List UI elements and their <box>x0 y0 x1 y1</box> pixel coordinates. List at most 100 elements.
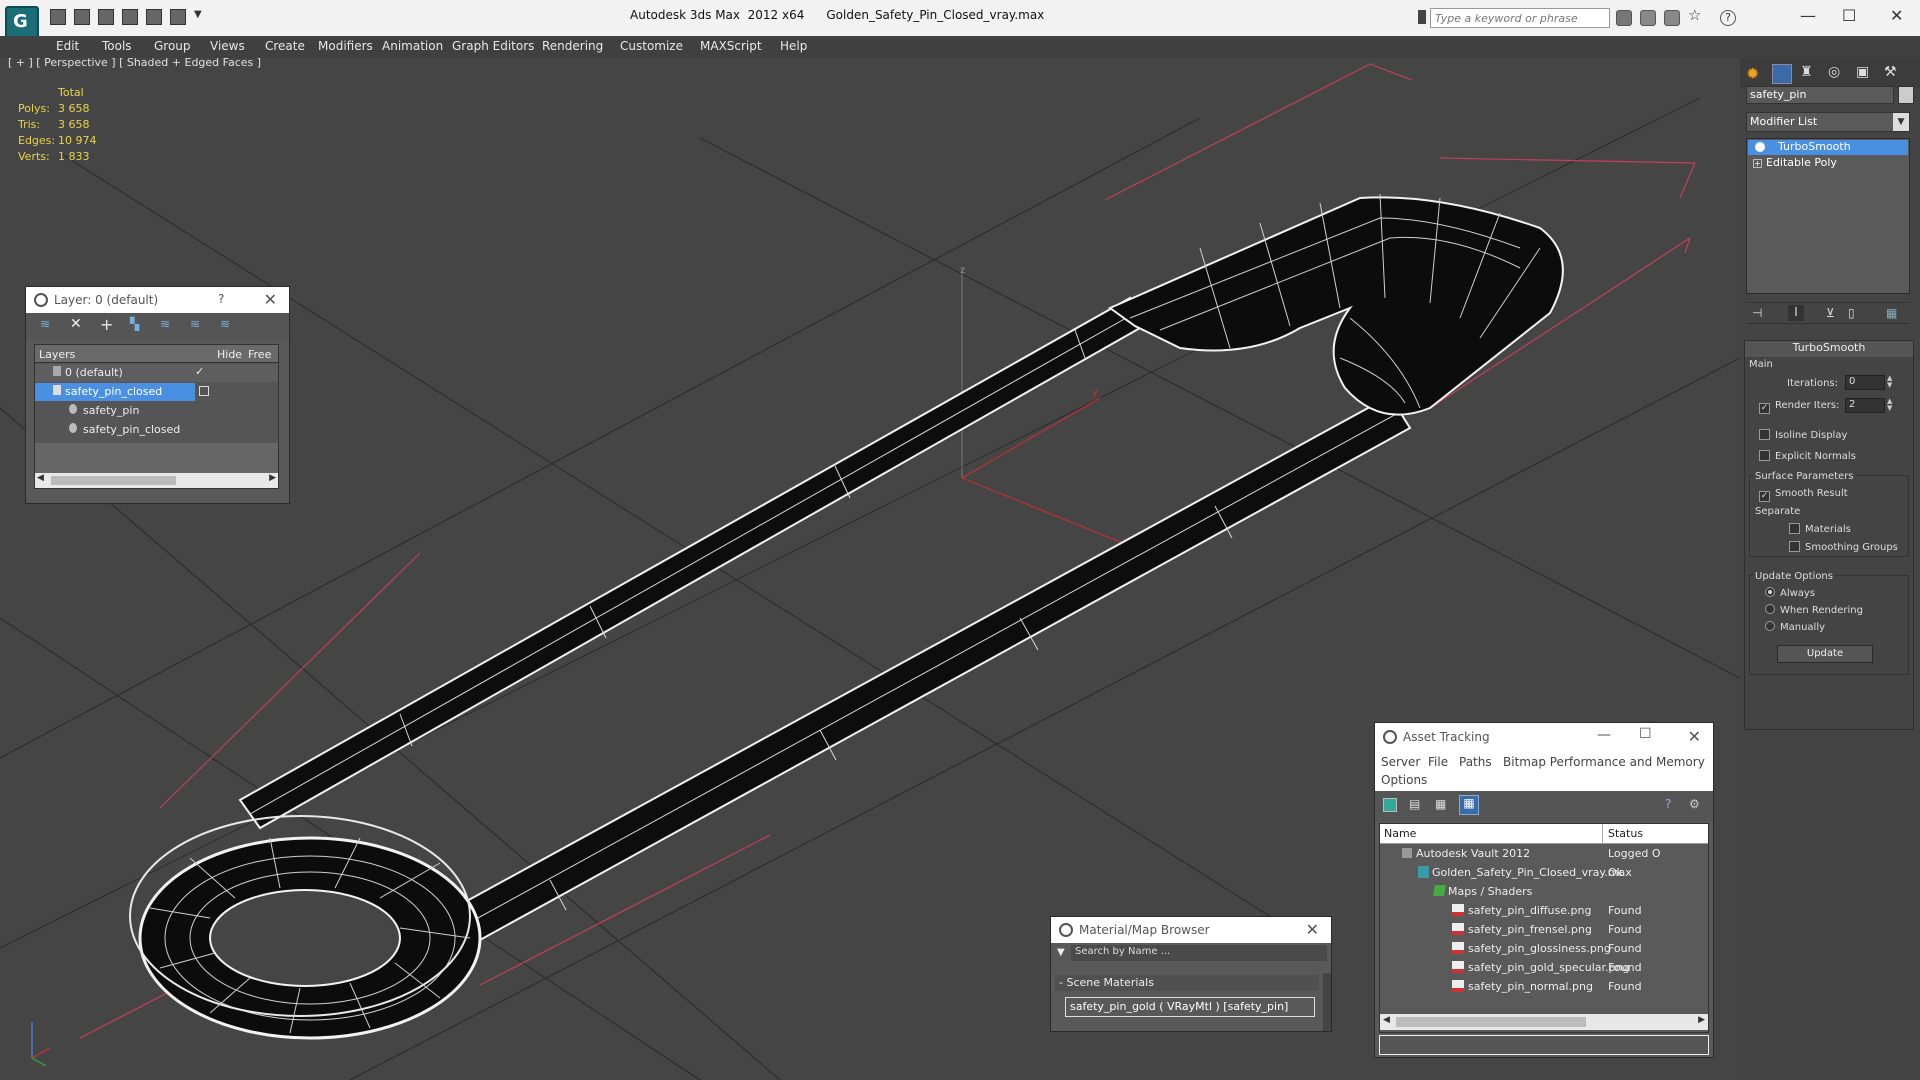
spinner-arrows-icon[interactable]: ▲ ▼ <box>1887 375 1892 389</box>
menu-server[interactable]: Server <box>1381 755 1420 769</box>
show-end-result-icon[interactable]: I <box>1788 305 1804 321</box>
materials-checkbox[interactable]: Materials <box>1789 523 1851 535</box>
favorites-star-icon[interactable]: ☆ <box>1688 6 1704 24</box>
table-view-icon[interactable]: ▦ <box>1459 795 1479 815</box>
utilities-tab-icon[interactable]: ⚒ <box>1884 64 1902 82</box>
menu-animation[interactable]: Animation <box>382 39 443 53</box>
rollout-title[interactable]: TurboSmooth <box>1745 341 1913 357</box>
select-objects-icon[interactable]: ▚ <box>130 317 139 331</box>
create-tab-icon[interactable]: ✹ <box>1746 64 1764 83</box>
scroll-right-icon[interactable]: ▶ <box>269 473 276 483</box>
quick-access-dropdown-icon[interactable]: ▼ <box>194 9 204 25</box>
always-radio[interactable]: Always <box>1765 587 1815 599</box>
light-bulb-icon[interactable] <box>1755 142 1765 152</box>
delete-layer-icon[interactable]: ✕ <box>70 316 82 332</box>
scroll-thumb[interactable] <box>51 476 176 485</box>
menu-file[interactable]: File <box>1428 755 1448 769</box>
render-iters-checkbox[interactable]: ✓ Render Iters: <box>1759 400 1840 414</box>
asset-row[interactable]: safety_pin_gold_specular.png Found <box>1380 959 1708 977</box>
material-item[interactable]: safety_pin_gold ( VRayMtl ) [safety_pin] <box>1065 997 1315 1017</box>
display-tab-icon[interactable]: ▣ <box>1856 64 1874 82</box>
menu-help[interactable]: Help <box>780 39 807 53</box>
material-browser-titlebar[interactable]: Material/Map Browser ✕ <box>1051 917 1331 943</box>
maximize-button[interactable]: ☐ <box>1639 726 1652 742</box>
list-view-icon[interactable]: ▤ <box>1409 797 1420 811</box>
refresh-icon[interactable] <box>1383 798 1397 812</box>
minimize-button[interactable]: — <box>1800 6 1816 25</box>
modifier-list-dropdown[interactable]: Modifier List ▼ <box>1746 112 1910 132</box>
help-icon[interactable]: ? <box>218 292 224 306</box>
current-layer-box-icon[interactable] <box>199 386 209 396</box>
layer-row-selected[interactable]: safety_pin_closed <box>35 383 195 401</box>
options-menu-icon[interactable]: ▼ <box>1057 947 1065 958</box>
menu-maxscript[interactable]: MAXScript <box>700 39 762 53</box>
col-status[interactable]: Status <box>1608 827 1643 840</box>
remove-modifier-icon[interactable]: ▯ <box>1848 306 1855 320</box>
close-button[interactable]: ✕ <box>1890 6 1903 25</box>
redo-icon[interactable] <box>170 9 186 25</box>
spinner-arrows-icon[interactable]: ▲ ▼ <box>1887 398 1892 412</box>
col-layers[interactable]: Layers <box>39 348 75 361</box>
column-divider[interactable] <box>1602 824 1603 844</box>
layer-row[interactable]: safety_pin_closed <box>35 421 278 439</box>
asset-row[interactable]: safety_pin_normal.png Found <box>1380 978 1708 996</box>
scroll-thumb[interactable] <box>1396 1017 1586 1027</box>
material-search-input[interactable]: Search by Name ... <box>1071 945 1327 961</box>
horizontal-scrollbar[interactable]: ◀ ▶ <box>1380 1014 1708 1030</box>
close-icon[interactable]: ✕ <box>264 290 277 309</box>
asset-row[interactable]: safety_pin_frensel.png Found <box>1380 921 1708 939</box>
asset-row[interactable]: safety_pin_glossiness.png Found <box>1380 940 1708 958</box>
menu-customize[interactable]: Customize <box>620 39 683 53</box>
scroll-left-icon[interactable]: ◀ <box>1383 1015 1390 1025</box>
asset-path-field[interactable] <box>1379 1035 1709 1055</box>
create-layer-icon[interactable]: ≋ <box>40 317 50 331</box>
manually-radio[interactable]: Manually <box>1765 621 1825 633</box>
menu-rendering[interactable]: Rendering <box>542 39 603 53</box>
communication-center-icon[interactable] <box>1664 10 1680 26</box>
asset-row[interactable]: Golden_Safety_Pin_Closed_vray.max Ok <box>1380 864 1708 882</box>
menu-paths[interactable]: Paths <box>1459 755 1492 769</box>
horizontal-scrollbar[interactable]: ◀ ▶ <box>35 473 278 488</box>
layer-row[interactable]: safety_pin <box>35 402 278 420</box>
smoothing-groups-checkbox[interactable]: Smoothing Groups <box>1789 541 1898 553</box>
scroll-left-icon[interactable]: ◀ <box>37 473 44 483</box>
binoculars-icon[interactable] <box>1616 10 1632 26</box>
iterations-spinner[interactable]: 0 <box>1845 375 1885 390</box>
layer-row[interactable]: 0 (default) ✓ <box>35 364 278 382</box>
close-icon[interactable]: ✕ <box>1688 727 1701 746</box>
scroll-right-icon[interactable]: ▶ <box>1698 1015 1705 1025</box>
settings-icon[interactable]: ⚙ <box>1689 797 1700 811</box>
stack-item-editable-poly[interactable]: Editable Poly <box>1748 156 1908 171</box>
isoline-display-checkbox[interactable]: Isoline Display <box>1759 429 1847 441</box>
hold-icon[interactable] <box>122 9 138 25</box>
menu-group[interactable]: Group <box>154 39 191 53</box>
motion-tab-icon[interactable]: ◎ <box>1828 64 1846 82</box>
menu-bitmap-performance[interactable]: Bitmap Performance and Memory <box>1503 755 1705 769</box>
close-icon[interactable]: ✕ <box>1306 920 1319 939</box>
object-color-swatch[interactable] <box>1898 86 1914 104</box>
minimize-button[interactable]: — <box>1597 727 1611 743</box>
vertical-scrollbar[interactable] <box>1323 973 1331 1031</box>
add-to-layer-icon[interactable]: + <box>100 315 113 334</box>
app-logo-button[interactable]: G <box>5 6 39 40</box>
help-icon[interactable]: ? <box>1665 797 1671 811</box>
undo-icon[interactable] <box>146 9 162 25</box>
make-unique-icon[interactable]: ⊻ <box>1826 306 1835 320</box>
asset-row[interactable]: safety_pin_diffuse.png Found <box>1380 902 1708 920</box>
maximize-button[interactable]: ☐ <box>1842 6 1856 25</box>
hide-all-layers-icon[interactable]: ≋ <box>190 317 200 331</box>
search-expand-icon[interactable] <box>1418 10 1426 24</box>
highlight-layer-icon[interactable]: ≋ <box>160 317 170 331</box>
layer-window-titlebar[interactable]: Layer: 0 (default) ? ✕ <box>26 287 289 313</box>
viewport-label[interactable]: [ + ] [ Perspective ] [ Shaded + Edged F… <box>8 56 261 69</box>
new-scene-icon[interactable] <box>98 9 114 25</box>
col-freeze[interactable]: Free <box>248 348 271 361</box>
asset-tracking-titlebar[interactable]: Asset Tracking — ☐ ✕ <box>1375 723 1713 751</box>
asset-row[interactable]: Autodesk Vault 2012 Logged O <box>1380 845 1708 863</box>
tree-view-icon[interactable]: ▦ <box>1435 797 1446 811</box>
menu-views[interactable]: Views <box>210 39 245 53</box>
help-search-input[interactable]: Type a keyword or phrase <box>1430 8 1610 28</box>
hierarchy-tab-icon[interactable]: ♜ <box>1800 64 1818 82</box>
checkmark-icon[interactable]: ✓ <box>195 365 204 378</box>
expand-plus-icon[interactable]: + <box>1753 159 1762 168</box>
